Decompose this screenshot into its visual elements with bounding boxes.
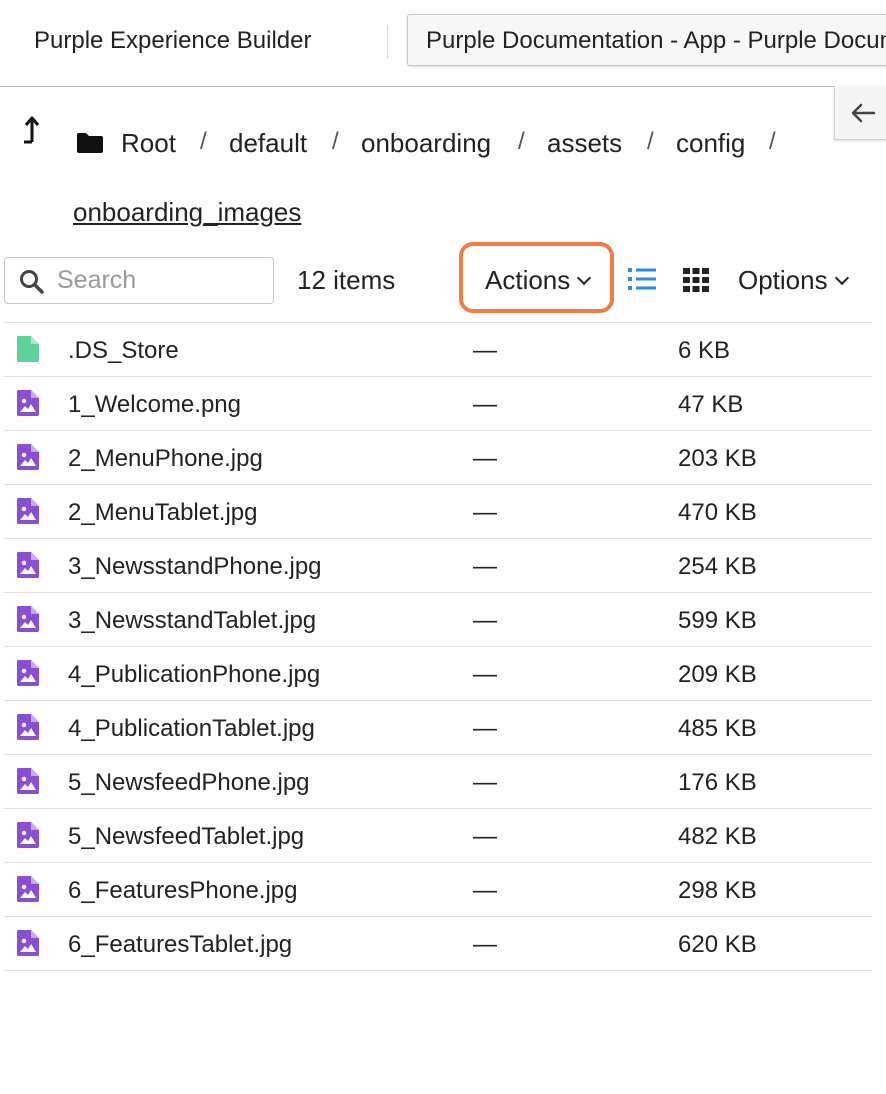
file-row[interactable]: 4_PublicationTablet.jpg — 485 KB xyxy=(4,701,872,755)
file-size: 482 KB xyxy=(678,823,757,850)
file-name[interactable]: 5_NewsfeedTablet.jpg xyxy=(68,823,304,851)
file-row[interactable]: 4_PublicationPhone.jpg — 209 KB xyxy=(4,647,872,701)
file-name[interactable]: .DS_Store xyxy=(68,337,179,365)
top-bar: Purple Experience Builder Purple Documen… xyxy=(0,0,886,87)
image-file-icon xyxy=(17,498,39,529)
grid-view-icon[interactable] xyxy=(683,268,709,292)
folder-icon xyxy=(77,133,103,153)
file-size: 176 KB xyxy=(678,769,757,796)
file-row[interactable]: .DS_Store — 6 KB xyxy=(4,323,872,377)
breadcrumb-current[interactable]: onboarding_images xyxy=(73,197,301,228)
search-input[interactable] xyxy=(57,264,262,296)
file-row[interactable]: 1_Welcome.png — 47 KB xyxy=(4,377,872,431)
file-size: 599 KB xyxy=(678,607,757,634)
file-name[interactable]: 1_Welcome.png xyxy=(68,391,241,419)
file-size: 254 KB xyxy=(678,553,757,580)
file-modified: — xyxy=(473,445,497,472)
file-modified: — xyxy=(473,553,497,580)
file-modified: — xyxy=(473,931,497,958)
file-modified: — xyxy=(473,337,497,364)
chevron-down-icon xyxy=(834,270,849,285)
file-size: 47 KB xyxy=(678,391,744,418)
app-selector[interactable]: Purple Documentation - App - Purple Docu… xyxy=(407,14,886,66)
breadcrumb-separator: / xyxy=(200,128,207,155)
item-count: 12 items xyxy=(297,265,396,295)
breadcrumb-separator: / xyxy=(332,128,339,155)
search-box[interactable] xyxy=(4,257,274,304)
file-row[interactable]: 5_NewsfeedPhone.jpg — 176 KB xyxy=(4,755,872,809)
file-size: 298 KB xyxy=(678,877,757,904)
actions-label: Actions xyxy=(485,265,571,295)
file-row[interactable]: 3_NewsstandPhone.jpg — 254 KB xyxy=(4,539,872,593)
file-name[interactable]: 2_MenuTablet.jpg xyxy=(68,499,257,527)
file-name[interactable]: 3_NewsstandTablet.jpg xyxy=(68,607,316,635)
file-modified: — xyxy=(473,391,497,418)
file-modified: — xyxy=(473,661,497,688)
image-file-icon xyxy=(17,444,39,475)
file-modified: — xyxy=(473,715,497,742)
list-view-icon[interactable] xyxy=(628,267,656,291)
options-button[interactable]: Options xyxy=(738,265,849,296)
options-label: Options xyxy=(738,265,828,295)
breadcrumb-root[interactable]: Root xyxy=(121,128,176,159)
file-size: 209 KB xyxy=(678,661,757,688)
file-row[interactable]: 6_FeaturesPhone.jpg — 298 KB xyxy=(4,863,872,917)
file-size: 470 KB xyxy=(678,499,757,526)
app-title[interactable]: Purple Experience Builder xyxy=(34,27,312,55)
breadcrumb-separator: / xyxy=(769,128,776,155)
chevron-down-icon xyxy=(577,270,592,285)
file-modified: — xyxy=(473,877,497,904)
top-divider xyxy=(387,25,388,59)
file-size: 485 KB xyxy=(678,715,757,742)
file-row[interactable]: 2_MenuPhone.jpg — 203 KB xyxy=(4,431,872,485)
image-file-icon xyxy=(17,606,39,637)
file-row[interactable]: 6_FeaturesTablet.jpg — 620 KB xyxy=(4,917,872,971)
file-row[interactable]: 3_NewsstandTablet.jpg — 599 KB xyxy=(4,593,872,647)
actions-button[interactable]: Actions xyxy=(485,265,592,296)
file-name[interactable]: 4_PublicationTablet.jpg xyxy=(68,715,315,743)
breadcrumb-separator: / xyxy=(518,128,525,155)
breadcrumb-separator: / xyxy=(647,128,654,155)
file-size: 620 KB xyxy=(678,931,757,958)
file-name[interactable]: 5_NewsfeedPhone.jpg xyxy=(68,769,310,797)
breadcrumb-default[interactable]: default xyxy=(229,128,307,159)
image-file-icon xyxy=(17,930,39,961)
file-modified: — xyxy=(473,499,497,526)
image-file-icon xyxy=(17,876,39,907)
image-file-icon xyxy=(17,768,39,799)
search-icon xyxy=(20,270,44,294)
image-file-icon xyxy=(17,714,39,745)
file-modified: — xyxy=(473,769,497,796)
breadcrumb-assets[interactable]: assets xyxy=(547,128,622,159)
file-size: 6 KB xyxy=(678,337,731,364)
generic-file-icon xyxy=(17,336,39,367)
file-row[interactable]: 5_NewsfeedTablet.jpg — 482 KB xyxy=(4,809,872,863)
breadcrumb-config[interactable]: config xyxy=(676,128,745,159)
file-name[interactable]: 6_FeaturesTablet.jpg xyxy=(68,931,292,959)
file-row[interactable]: 2_MenuTablet.jpg — 470 KB xyxy=(4,485,872,539)
file-name[interactable]: 6_FeaturesPhone.jpg xyxy=(68,877,298,905)
collapse-panel-button[interactable] xyxy=(834,86,886,140)
file-size: 203 KB xyxy=(678,445,757,472)
breadcrumb-onboarding[interactable]: onboarding xyxy=(361,128,491,159)
image-file-icon xyxy=(17,390,39,421)
image-file-icon xyxy=(17,552,39,583)
file-name[interactable]: 3_NewsstandPhone.jpg xyxy=(68,553,322,581)
file-name[interactable]: 2_MenuPhone.jpg xyxy=(68,445,263,473)
image-file-icon xyxy=(17,660,39,691)
file-modified: — xyxy=(473,823,497,850)
file-name[interactable]: 4_PublicationPhone.jpg xyxy=(68,661,320,689)
file-list: .DS_Store — 6 KB 1_Welcome.png — 47 KB 2_MenuP… xyxy=(4,322,872,971)
go-up-icon[interactable] xyxy=(20,114,42,144)
arrow-left-icon xyxy=(851,103,876,123)
image-file-icon xyxy=(17,822,39,853)
file-modified: — xyxy=(473,607,497,634)
